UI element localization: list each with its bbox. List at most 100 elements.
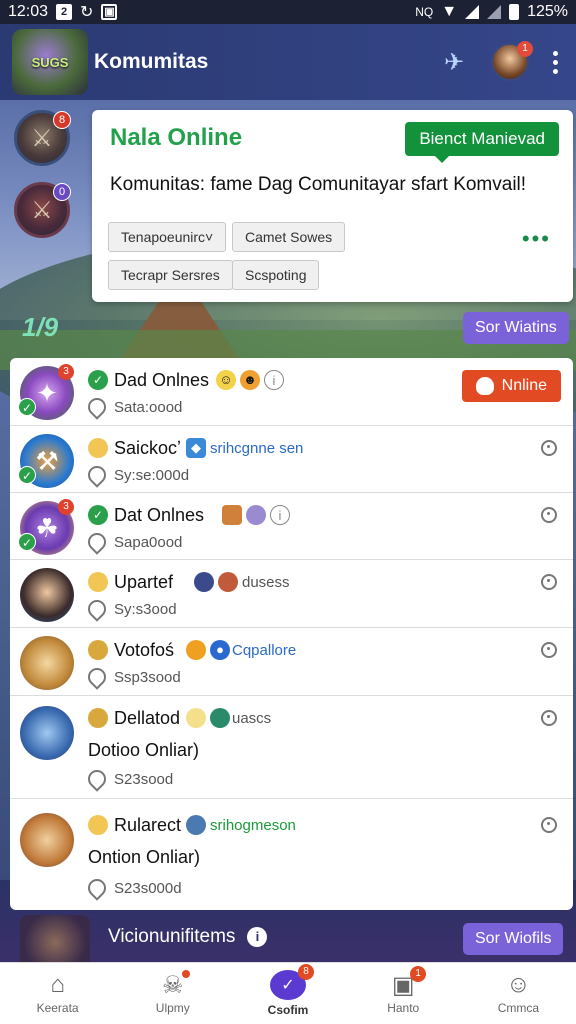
heart-icon[interactable]: [84, 462, 110, 488]
member-name: Upartef: [114, 572, 174, 592]
avatar-badge: 3: [58, 364, 74, 380]
online-button[interactable]: Nnline: [461, 370, 561, 402]
hero-more-icon[interactable]: •••: [522, 226, 551, 252]
heart-icon[interactable]: [84, 875, 110, 901]
community-hero-card: Nala Online Bienct Manievad Komunitas: f…: [92, 110, 573, 302]
app-bar: SUGS Komumitas ✈ 1: [0, 24, 576, 100]
hero-status-badge[interactable]: Bienct Manievad: [405, 122, 559, 163]
info-icon[interactable]: i: [247, 927, 268, 947]
status-idle-icon: [88, 815, 108, 835]
nfc-icon: NQ: [415, 5, 434, 19]
member-name: Dellatod: [114, 708, 181, 728]
member-tag: uascs: [232, 710, 272, 727]
image-icon: ▣: [101, 4, 118, 20]
wifi-icon: ▼: [441, 3, 458, 20]
hand-icon: [475, 377, 494, 395]
game-icon: [222, 505, 242, 525]
member-sub: Sata:oood: [114, 398, 183, 416]
member-sub: Sy:se:000d: [114, 466, 190, 484]
chip-tenapoeunirc[interactable]: Tenapoeunirc˅: [108, 222, 227, 252]
community-rail: ⚔ 8 ⚔ 0: [12, 110, 72, 238]
bird-icon[interactable]: ✈: [435, 43, 473, 81]
section-header: Vicionunifitems i: [108, 926, 268, 948]
bulb-icon: [186, 708, 206, 728]
verified-check-icon: ✓: [18, 466, 36, 484]
member-tag: Cqpallore: [232, 642, 297, 659]
list-item[interactable]: ✦ ✓ 3 ✓ Dad Onlnes ☺ ☻ i Sata:oood Nnlin…: [10, 358, 573, 426]
figure-icon: ☠: [158, 970, 190, 999]
heart-icon[interactable]: [84, 766, 110, 792]
member-sub: S23sood: [114, 770, 174, 788]
nav-label: Keerata: [36, 1001, 79, 1015]
sun-icon: [186, 640, 206, 660]
signal-icon: [465, 5, 480, 19]
heart-icon[interactable]: [84, 596, 110, 622]
rail-item-crossed-swords[interactable]: ⚔ 8: [14, 110, 71, 166]
info-icon[interactable]: i: [264, 370, 284, 390]
row-options-icon[interactable]: [541, 507, 557, 523]
avatar-badge: 1: [517, 41, 533, 57]
game-logo[interactable]: SUGS: [12, 29, 88, 95]
sor-wiatins-button[interactable]: Sor Wiatins: [463, 312, 569, 344]
list-item[interactable]: Votofoś ● Cqpallore Ssp3sood: [10, 628, 573, 696]
app-title: Komumitas: [94, 50, 209, 73]
row-options-icon[interactable]: [541, 642, 557, 658]
heart-icon[interactable]: [84, 394, 110, 420]
nav-item-hanto[interactable]: ▣ 1 Hanto: [346, 963, 461, 1024]
list-item[interactable]: ☘ ✓ 3 ✓ Dat Onlnes i Sapa0ood: [10, 493, 573, 560]
list-item[interactable]: Dellatod uascs Dotioo Onliar) S23sood: [10, 696, 573, 799]
rail-badge: 0: [53, 183, 71, 201]
helmet-icon: [194, 572, 214, 592]
nav-item-ulpmy[interactable]: ☠ Ulpmy: [115, 963, 230, 1024]
status-idle-icon: [88, 708, 108, 728]
more-options-icon[interactable]: [547, 47, 564, 78]
member-name: Rularect: [114, 815, 182, 835]
heart-icon[interactable]: [84, 664, 110, 690]
list-item[interactable]: Rularect srihogmeson Ontion Onliar) S23s…: [10, 799, 573, 910]
status-online-icon: ✓: [88, 370, 108, 390]
chip-tecrapr-sersres[interactable]: Tecrapr Sersres: [108, 260, 233, 290]
row-options-icon[interactable]: [541, 574, 557, 590]
info-icon[interactable]: i: [270, 505, 290, 525]
chip-camet-sowes[interactable]: Camet Sowes: [232, 222, 346, 252]
emoji-2-icon: ☻: [240, 370, 260, 390]
member-status-line: Ontion Onliar): [88, 847, 201, 867]
section-title: Vicionunifitems: [108, 926, 236, 947]
member-sub: S23s000d: [114, 879, 182, 897]
person-icon: ☺: [506, 971, 531, 998]
status-bar: 12:03 2 ↻ ▣ NQ ▼ 125%: [0, 0, 576, 24]
nav-label: Csofim: [267, 1003, 309, 1017]
member-sub: Sy:s3ood: [114, 600, 177, 618]
nav-item-cmmca[interactable]: ☺ Cmmca: [461, 963, 576, 1024]
chip-scspoting[interactable]: Scspoting: [232, 260, 320, 290]
row-options-icon[interactable]: [541, 817, 557, 833]
nav-dot-badge: [181, 970, 190, 978]
notification-icon: 2: [56, 4, 73, 20]
flower-icon: [218, 572, 238, 592]
verified-check-icon: ✓: [18, 533, 36, 551]
list-item[interactable]: ⚒ ✓ Saickocʼ ◆ srihcgnne sen Sy:se:000d: [10, 426, 573, 493]
sync-icon: ↻: [80, 4, 94, 21]
list-item[interactable]: Upartef dusess Sy:s3ood: [10, 560, 573, 628]
game-logo-text: SUGS: [31, 54, 69, 70]
online-button-label: Nnline: [501, 377, 547, 394]
member-name: Saickocʼ: [114, 438, 182, 458]
nav-badge: 1: [410, 966, 427, 982]
row-options-icon[interactable]: [541, 710, 557, 726]
game-icon: ◆: [186, 438, 206, 458]
rail-item-crossed-axes[interactable]: ⚔ 0: [14, 182, 71, 238]
row-options-icon[interactable]: [541, 440, 557, 456]
bottom-navigation: ⌂ Keerata ☠ Ulpmy ✓ 8 Csofim ▣ 1 Hanto ☺ C…: [0, 962, 576, 1024]
potion-icon: [246, 505, 266, 525]
sor-wiofils-button[interactable]: Sor Wiofils: [463, 923, 564, 955]
member-sub: Sapa0ood: [114, 533, 183, 551]
nav-label: Hanto: [387, 1001, 420, 1015]
nav-label: Cmmca: [497, 1001, 540, 1015]
profile-avatar[interactable]: 1: [491, 41, 533, 81]
rail-badge: 8: [53, 111, 71, 129]
status-idle-icon: [88, 438, 108, 458]
member-list: ✦ ✓ 3 ✓ Dad Onlnes ☺ ☻ i Sata:oood Nnlin…: [10, 358, 573, 910]
nav-item-csofim[interactable]: ✓ 8 Csofim: [230, 963, 345, 1024]
nav-item-keerata[interactable]: ⌂ Keerata: [0, 963, 115, 1024]
heart-icon[interactable]: [84, 529, 110, 555]
